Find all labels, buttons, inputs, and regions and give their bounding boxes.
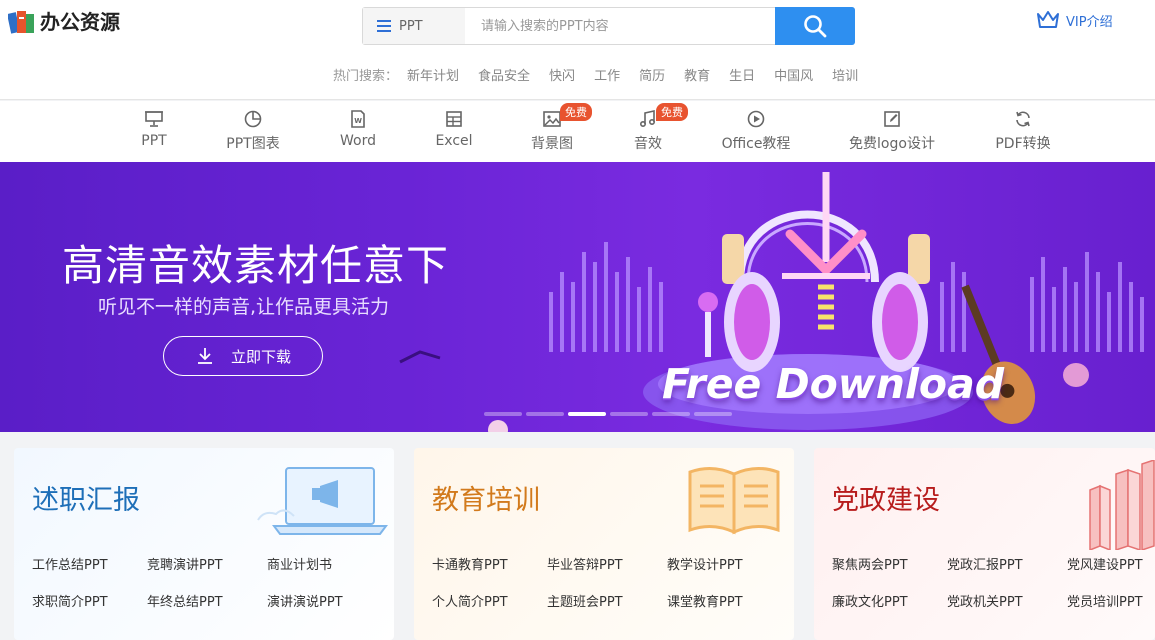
music-note-icon (639, 110, 656, 128)
card-link[interactable]: 党政机关PPT (947, 591, 1067, 610)
nav-item-sound-effects[interactable]: 免费 音效 (588, 103, 708, 153)
hot-search-item[interactable]: 简历 (639, 65, 665, 84)
nav-item-ppt-chart[interactable]: PPT图表 (193, 109, 313, 153)
nav-label: 免费logo设计 (849, 136, 935, 152)
card-links: 工作总结PPT 竞聘演讲PPT 商业计划书 求职简介PPT 年终总结PPT 演讲… (32, 554, 387, 610)
download-now-label: 立即下载 (230, 347, 291, 366)
card-link[interactable]: 党风建设PPT (1067, 554, 1155, 573)
card-link[interactable]: 党员培训PPT (1067, 591, 1155, 610)
download-icon (197, 348, 212, 364)
building-bars-icon (1089, 460, 1155, 550)
refresh-icon (1016, 111, 1030, 127)
carousel-indicators (484, 412, 732, 416)
hot-search-item[interactable]: 新年计划 (407, 65, 459, 84)
megaphone-laptop-icon (257, 467, 388, 535)
menu-icon (377, 20, 391, 32)
carousel-dot-active[interactable] (568, 412, 606, 416)
banner-subtitle: 听见不一样的声音,让作品更具活力 (98, 296, 390, 318)
hot-search-item[interactable]: 快闪 (549, 65, 575, 84)
search-type-select[interactable]: PPT (363, 8, 465, 44)
category-nav: PPT PPT图表 W Word Excel 免费 背景图 免费 音效 Offi… (0, 101, 1155, 162)
card-title[interactable]: 述职汇报 (32, 478, 140, 517)
card-link[interactable]: 工作总结PPT (32, 554, 147, 573)
search-icon (804, 15, 827, 38)
hot-search-item[interactable]: 工作 (594, 65, 620, 84)
nav-label: Word (340, 133, 376, 149)
excel-icon (446, 111, 462, 127)
free-download-art-text: Free Download (662, 360, 1005, 408)
hot-searches-label: 热门搜索： (333, 69, 399, 84)
hot-searches: 热门搜索： 新年计划 食品安全 快闪 工作 简历 教育 生日 中国风 培训 (333, 65, 858, 84)
open-book-icon (688, 467, 780, 535)
category-card-report: 述职汇报 工作总结PPT 竞聘演讲PPT 商业计划书 求职简介PPT 年终总结P… (14, 448, 394, 640)
search-bar: PPT (362, 7, 855, 45)
card-link[interactable]: 廉政文化PPT (832, 591, 947, 610)
carousel-dot[interactable] (694, 412, 732, 416)
nav-label: 背景图 (531, 136, 573, 152)
free-badge: 免费 (656, 103, 688, 121)
category-card-party: 党政建设 聚焦两会PPT 党政汇报PPT 党风建设PPT 廉政文化PPT 党政机… (814, 448, 1155, 640)
carousel-dot[interactable] (610, 412, 648, 416)
nav-item-pdf-convert[interactable]: PDF转换 (963, 109, 1083, 153)
site-header: 办公资源 PPT VIP介绍 热门搜索： 新年计划 食品安全 快闪 工作 简历 … (0, 0, 1155, 100)
equalizer-bars (549, 242, 1144, 352)
hot-search-item[interactable]: 食品安全 (478, 65, 530, 84)
carousel-dot[interactable] (526, 412, 564, 416)
card-links: 聚焦两会PPT 党政汇报PPT 党风建设PPT 廉政文化PPT 党政机关PPT … (832, 554, 1155, 610)
nav-label: Excel (435, 133, 473, 149)
search-type-label: PPT (399, 18, 423, 34)
presentation-icon (145, 111, 163, 127)
search-button[interactable] (775, 7, 855, 45)
nav-label: PPT (141, 133, 167, 149)
hero-banner[interactable]: 高清音效素材任意下 听见不一样的声音,让作品更具活力 立即下载 Free Dow… (0, 162, 1155, 432)
svg-text:W: W (354, 117, 362, 125)
search-input[interactable] (465, 8, 775, 44)
crown-icon (1037, 11, 1059, 28)
card-link[interactable]: 主题班会PPT (547, 591, 667, 610)
card-link[interactable]: 聚焦两会PPT (832, 554, 947, 573)
card-link[interactable]: 课堂教育PPT (667, 591, 787, 610)
card-links: 卡通教育PPT 毕业答辩PPT 教学设计PPT 个人简介PPT 主题班会PPT … (432, 554, 787, 610)
logo-text: 办公资源 (40, 9, 120, 34)
card-link[interactable]: 教学设计PPT (667, 554, 787, 573)
nav-item-office-tutorial[interactable]: Office教程 (696, 109, 816, 153)
carousel-dot[interactable] (652, 412, 690, 416)
card-link[interactable]: 年终总结PPT (147, 591, 267, 610)
download-now-button[interactable]: 立即下载 (163, 336, 323, 376)
carousel-dot[interactable] (484, 412, 522, 416)
card-link[interactable]: 竞聘演讲PPT (147, 554, 267, 573)
card-link[interactable]: 毕业答辩PPT (547, 554, 667, 573)
banner-title: 高清音效素材任意下 (62, 241, 450, 290)
pie-chart-icon (244, 110, 262, 128)
nav-label: Office教程 (721, 136, 791, 152)
card-title[interactable]: 党政建设 (832, 478, 940, 517)
card-link[interactable]: 个人简介PPT (432, 591, 547, 610)
card-title[interactable]: 教育培训 (432, 478, 540, 517)
nav-label: PDF转换 (995, 136, 1051, 152)
hot-search-item[interactable]: 教育 (684, 65, 710, 84)
hot-search-item[interactable]: 培训 (832, 65, 858, 84)
logo-books-icon (7, 5, 36, 35)
category-card-education: 教育培训 卡通教育PPT 毕业答辩PPT 教学设计PPT 个人简介PPT 主题班… (414, 448, 794, 640)
card-link[interactable]: 商业计划书 (267, 554, 387, 573)
image-icon (543, 111, 561, 127)
nav-label: 音效 (634, 136, 662, 152)
card-link[interactable]: 求职简介PPT (32, 591, 147, 610)
card-link[interactable]: 党政汇报PPT (947, 554, 1067, 573)
vip-label: VIP介绍 (1066, 14, 1113, 30)
nav-label: PPT图表 (226, 136, 280, 152)
card-link[interactable]: 卡通教育PPT (432, 554, 547, 573)
card-link[interactable]: 演讲演说PPT (267, 591, 387, 610)
word-icon: W (351, 110, 365, 128)
hot-search-item[interactable]: 生日 (729, 65, 755, 84)
vip-link[interactable]: VIP介绍 (1036, 10, 1113, 30)
hot-search-item[interactable]: 中国风 (774, 65, 813, 84)
site-logo[interactable]: 办公资源 (7, 4, 120, 36)
nav-item-logo-design[interactable]: 免费logo设计 (832, 109, 952, 153)
guitar (961, 284, 1036, 424)
edit-icon (884, 111, 900, 127)
play-circle-icon (747, 110, 765, 128)
